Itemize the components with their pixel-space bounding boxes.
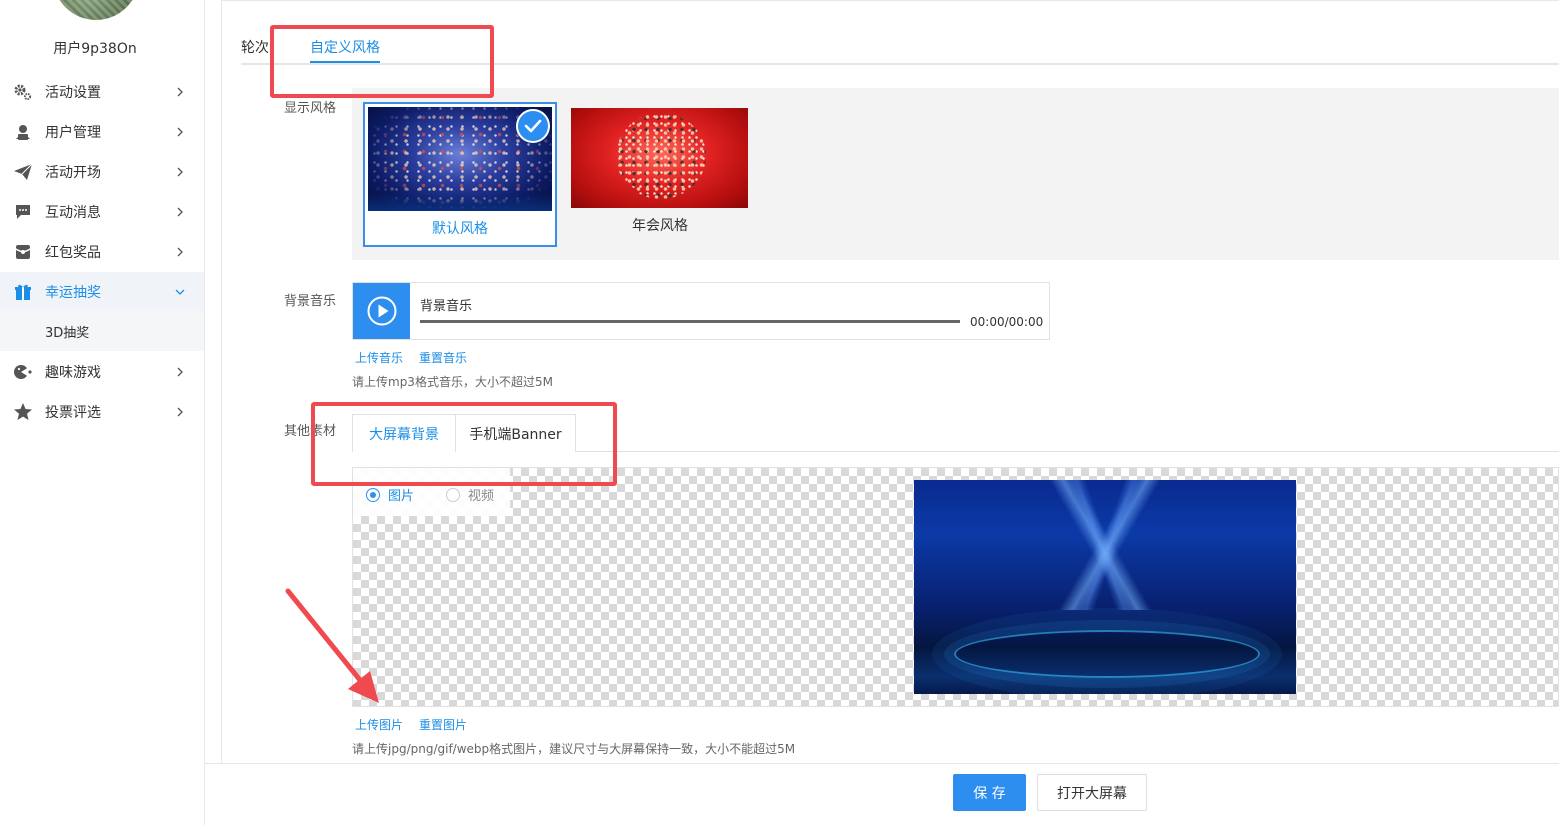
music-time: 00:00/00:00: [970, 315, 1044, 329]
paper-plane-icon: [13, 162, 33, 182]
upload-image-link[interactable]: 上传图片: [355, 716, 403, 733]
display-style-label: 显示风格: [284, 101, 337, 116]
sidebar-subitem-3d-draw[interactable]: 3D抽奖: [0, 311, 204, 351]
check-icon: [516, 109, 550, 143]
radio-dot: [446, 487, 460, 502]
red-packet-icon: [13, 242, 33, 262]
style-option-label: 年会风格: [632, 218, 688, 234]
music-hint: 请上传mp3格式音乐，大小不超过5M: [352, 375, 553, 389]
sidebar-item-label: 幸运抽奖: [45, 285, 101, 301]
reset-image-link[interactable]: 重置图片: [419, 716, 467, 733]
sidebar-item-label: 趣味游戏: [45, 365, 101, 381]
sidebar-item-messages[interactable]: 互动消息: [0, 192, 204, 232]
sidebar: 用户9p38On 活动设置 用户管理 活动开场 互动消息 红包奖品 幸运抽奖 3…: [0, 0, 205, 825]
sidebar-item-games[interactable]: 趣味游戏: [0, 352, 204, 392]
chevron-right-icon: [177, 407, 183, 417]
radio-image[interactable]: 图片: [366, 485, 414, 504]
sidebar-item-voting[interactable]: 投票评选: [0, 392, 204, 432]
chevron-right-icon: [177, 127, 183, 137]
sidebar-item-label: 用户管理: [45, 125, 101, 141]
sidebar-item-activity-opening[interactable]: 活动开场: [0, 152, 204, 192]
user-icon: [13, 122, 33, 142]
play-button[interactable]: [353, 283, 410, 339]
sidebar-item-label: 活动设置: [45, 85, 101, 101]
chevron-right-icon: [177, 247, 183, 257]
background-image-preview: [914, 480, 1296, 694]
gear-icon: [13, 82, 33, 102]
reset-music-link[interactable]: 重置音乐: [419, 349, 467, 366]
tab-rounds[interactable]: 轮次: [241, 37, 269, 57]
music-progress-bar[interactable]: [420, 320, 960, 323]
sidebar-item-lucky-draw[interactable]: 幸运抽奖: [0, 272, 204, 312]
chevron-right-icon: [177, 367, 183, 377]
music-player: 背景音乐 00:00/00:00: [352, 282, 1050, 340]
bottom-action-bar: [205, 763, 1559, 823]
radio-video[interactable]: 视频: [446, 485, 494, 504]
sidebar-subitem-label: 3D抽奖: [45, 326, 90, 341]
sidebar-item-activity-settings[interactable]: 活动设置: [0, 72, 204, 112]
sidebar-item-label: 投票评选: [45, 405, 101, 421]
music-title: 背景音乐: [420, 299, 473, 314]
sidebar-item-label: 活动开场: [45, 165, 101, 181]
sidebar-item-user-management[interactable]: 用户管理: [0, 112, 204, 152]
chevron-down-icon: [175, 289, 185, 295]
username: 用户9p38On: [53, 41, 137, 57]
style-option-label: 默认风格: [432, 221, 488, 237]
chevron-right-icon: [177, 87, 183, 97]
open-big-screen-button[interactable]: 打开大屏幕: [1037, 774, 1147, 811]
play-icon: [367, 296, 396, 326]
radio-label: 图片: [388, 489, 415, 504]
annual-style-thumbnail: [571, 108, 748, 208]
sidebar-item-label: 互动消息: [45, 205, 101, 221]
star-icon: [13, 402, 33, 422]
save-button[interactable]: 保 存: [953, 774, 1026, 811]
style-option-annual[interactable]: 年会风格: [571, 108, 749, 238]
style-option-default[interactable]: 默认风格: [363, 102, 557, 247]
music-label: 背景音乐: [284, 294, 337, 309]
sidebar-item-red-packet[interactable]: 红包奖品: [0, 232, 204, 272]
sidebar-item-label: 红包奖品: [45, 245, 101, 261]
annotation-box: [270, 25, 494, 98]
game-icon: [13, 362, 33, 382]
upload-music-link[interactable]: 上传音乐: [355, 349, 403, 366]
chevron-right-icon: [177, 167, 183, 177]
radio-dot: [366, 487, 380, 502]
chat-icon: [13, 202, 33, 222]
annotation-arrow-icon: [285, 588, 379, 703]
radio-label: 视频: [468, 489, 495, 504]
avatar: [53, 0, 139, 20]
chevron-right-icon: [177, 207, 183, 217]
gift-icon: [13, 282, 33, 302]
image-hint: 请上传jpg/png/gif/webp格式图片，建议尺寸与大屏幕保持一致，大小不…: [352, 742, 796, 756]
annotation-box: [311, 402, 617, 486]
